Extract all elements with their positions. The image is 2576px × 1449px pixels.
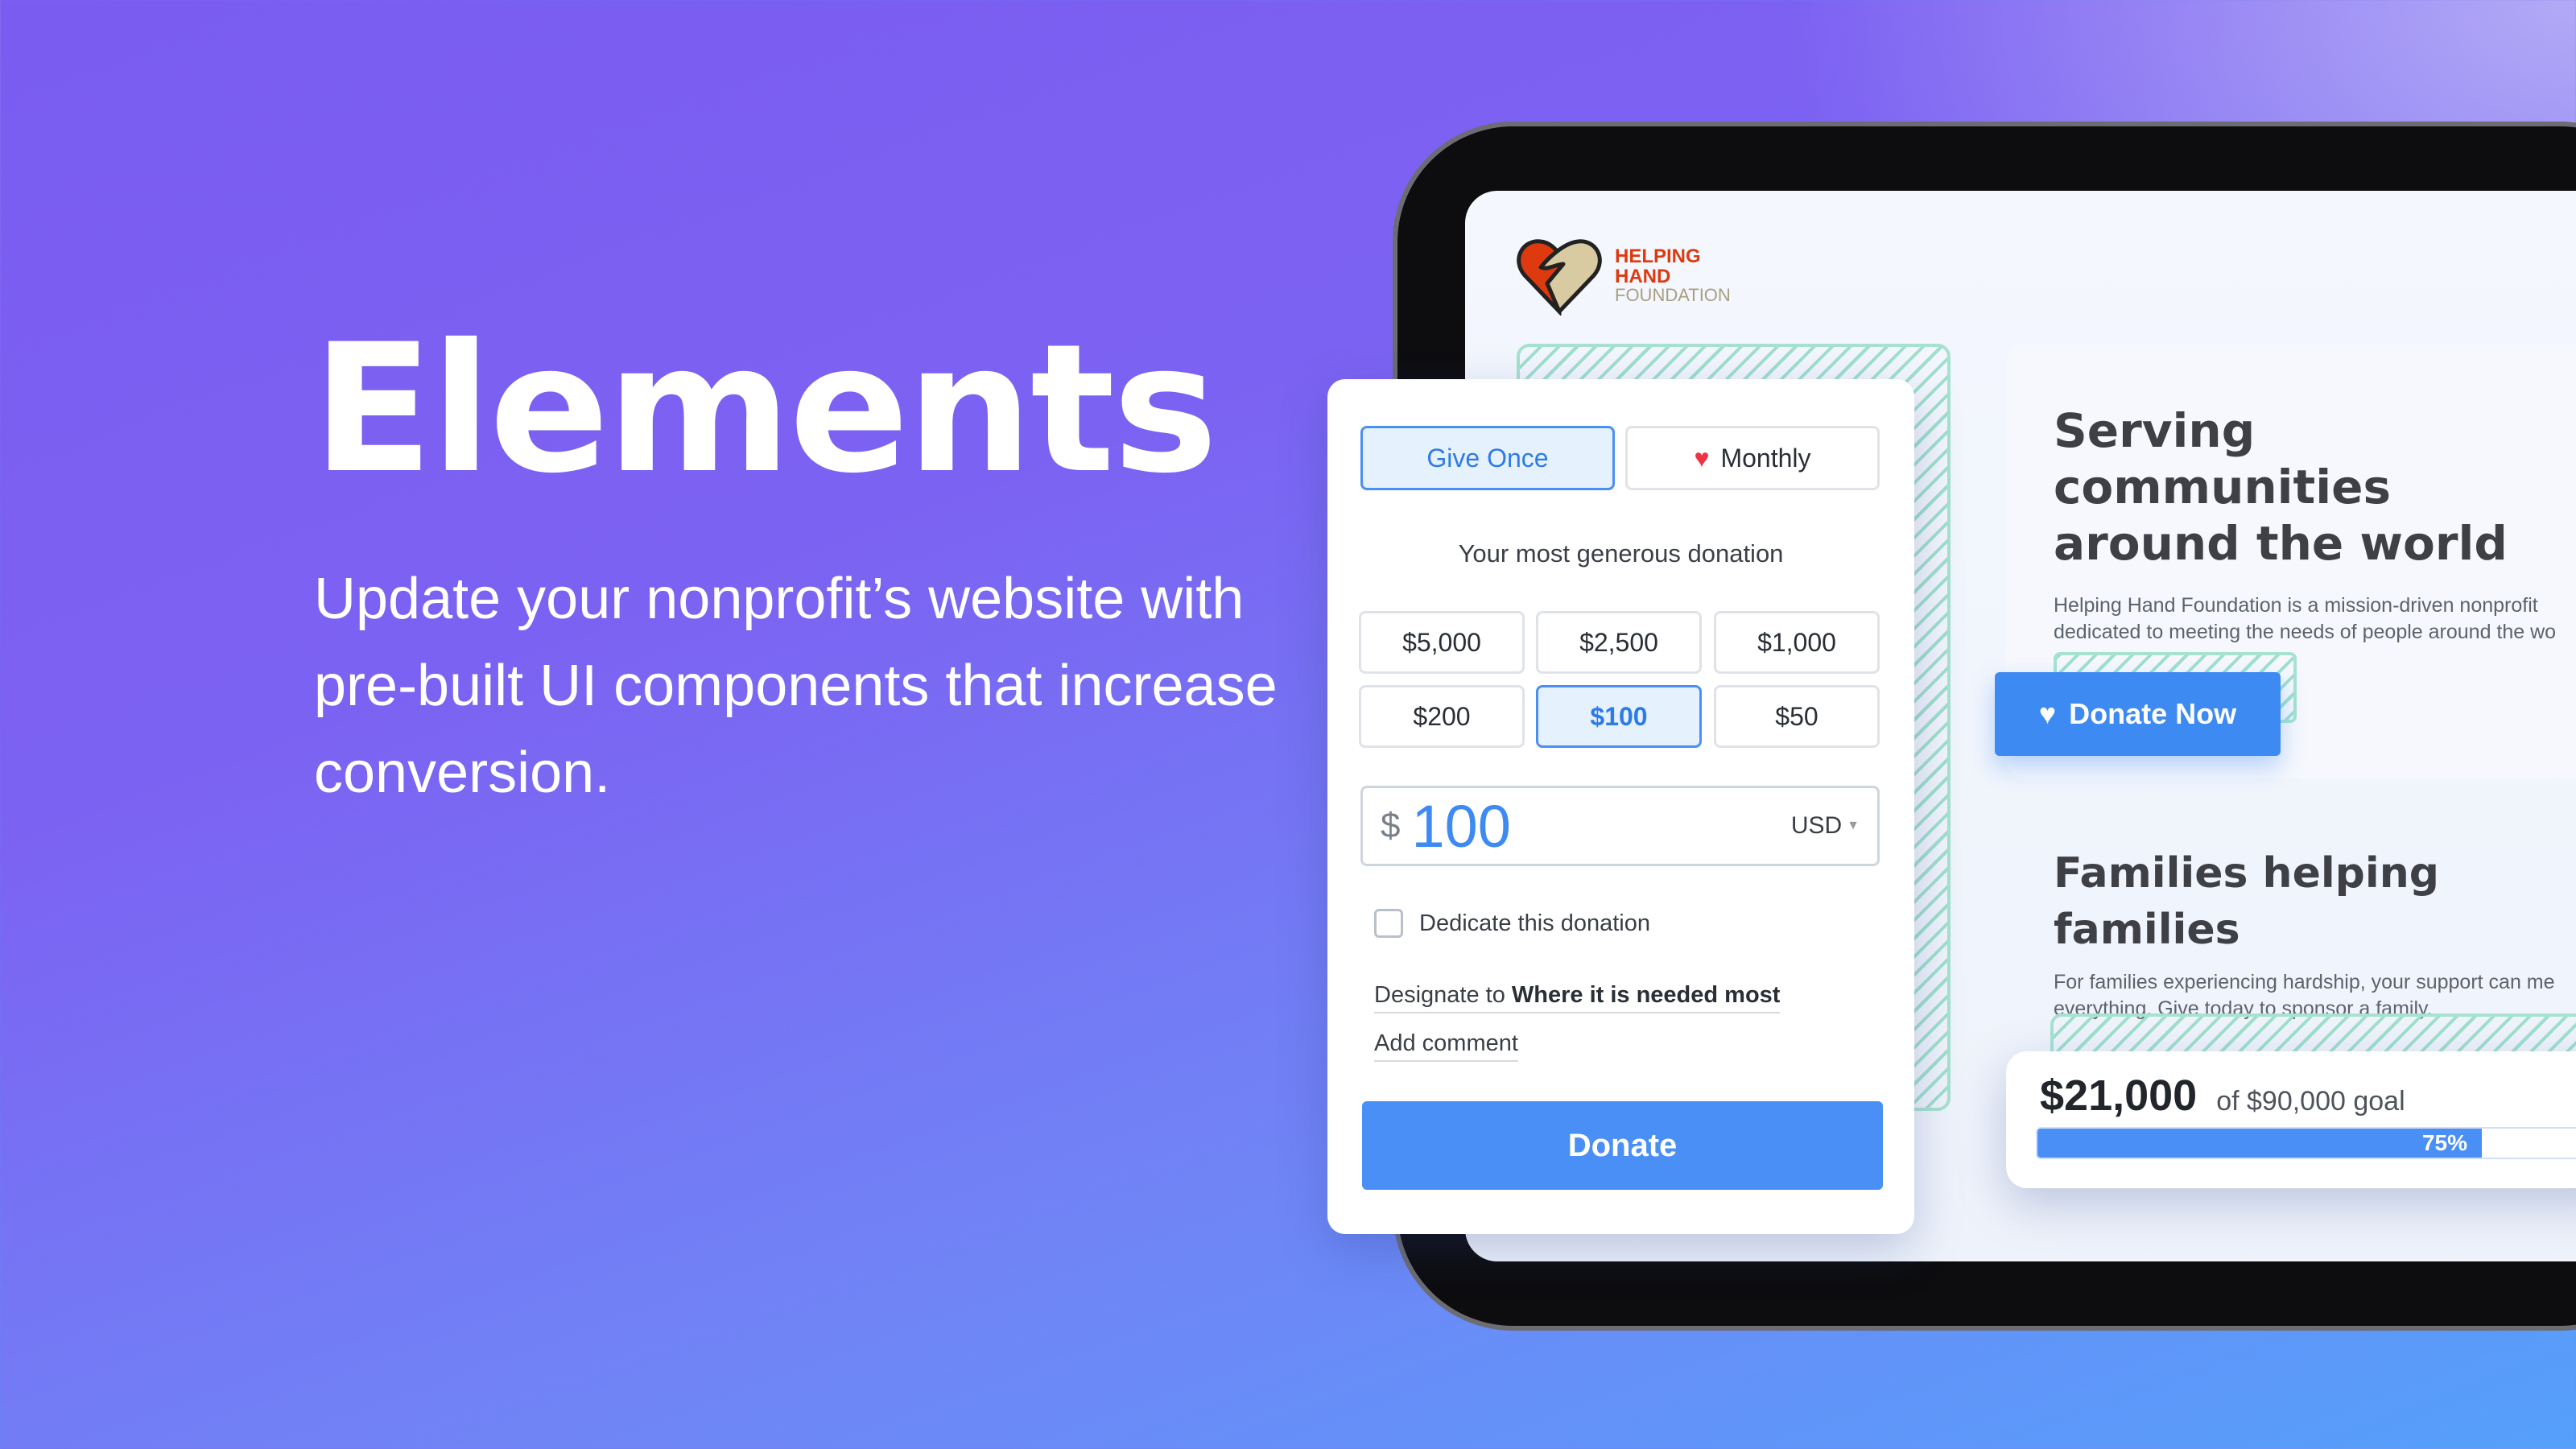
section2-body-line1: For families experiencing hardship, your… bbox=[2054, 971, 2555, 993]
amount-value: 100 bbox=[1411, 792, 1511, 860]
heart-icon: ♥ bbox=[2038, 697, 2057, 730]
dedicate-label[interactable]: Dedicate this donation bbox=[1419, 910, 1650, 937]
hero-subtitle: Update your nonprofit’s website with pre… bbox=[314, 567, 1278, 805]
section1-body-line2: dedicated to meeting the needs of people… bbox=[2054, 621, 2557, 643]
chevron-down-icon: ▼ bbox=[1847, 819, 1860, 832]
tab-give-once[interactable]: Give Once bbox=[1360, 426, 1615, 490]
amount-50[interactable]: $50 bbox=[1714, 685, 1880, 748]
section1-body-line1: Helping Hand Foundation is a mission-dri… bbox=[2054, 594, 2538, 617]
designate-prefix: Designate to bbox=[1374, 982, 1505, 1008]
tab-label: Give Once bbox=[1426, 443, 1549, 473]
add-comment-link[interactable]: Add comment bbox=[1374, 1030, 1518, 1062]
tab-label: Monthly bbox=[1720, 443, 1811, 473]
logo-line1: HELPING bbox=[1615, 246, 1701, 267]
goal-card: $21,000 of $90,000 goal 75% bbox=[2006, 1051, 2576, 1188]
donation-prompt: Your most generous donation bbox=[1458, 539, 1784, 568]
goal-progress-fill: 75% bbox=[2037, 1129, 2482, 1158]
logo-line3: FOUNDATION bbox=[1615, 285, 1731, 305]
designate-value: Where it is needed most bbox=[1511, 982, 1781, 1008]
section2-heading: Families helping families bbox=[2054, 849, 2439, 954]
amount-2500[interactable]: $2,500 bbox=[1536, 611, 1702, 674]
goal-percent: 75% bbox=[2421, 1130, 2467, 1155]
donate-label: Donate bbox=[1567, 1127, 1678, 1163]
section1-heading-line1: Serving communities bbox=[2054, 403, 2392, 514]
logo[interactable]: HELPING HAND FOUNDATION bbox=[1515, 235, 1731, 316]
currency-symbol: $ bbox=[1381, 806, 1401, 845]
logo-line2: HAND bbox=[1615, 266, 1671, 287]
amount-input[interactable]: $ 100 USD ▼ bbox=[1360, 786, 1880, 866]
donate-now-label: Donate Now bbox=[2069, 697, 2237, 730]
heart-icon: ♥ bbox=[1694, 443, 1710, 473]
goal-text: of $90,000 goal bbox=[2216, 1086, 2405, 1117]
goal-raised: $21,000 bbox=[2040, 1071, 2198, 1120]
designate-row[interactable]: Designate to Where it is needed most bbox=[1374, 982, 1781, 1013]
amount-100[interactable]: $100 bbox=[1536, 685, 1702, 748]
dedicate-checkbox[interactable] bbox=[1374, 909, 1403, 938]
hero-title: Elements bbox=[312, 306, 1218, 512]
heart-handshake-icon bbox=[1517, 239, 1602, 316]
amount-200[interactable]: $200 bbox=[1359, 685, 1525, 748]
goal-progress-bar: 75% bbox=[2036, 1127, 2576, 1159]
currency-select[interactable]: USD bbox=[1791, 812, 1842, 840]
amount-1000[interactable]: $1,000 bbox=[1714, 611, 1880, 674]
donate-button[interactable]: Donate bbox=[1362, 1101, 1883, 1190]
tab-monthly[interactable]: ♥ Monthly bbox=[1625, 426, 1880, 490]
section1-heading-line2: around the world bbox=[2054, 516, 2508, 571]
donate-now-button[interactable]: ♥ Donate Now bbox=[1995, 672, 2281, 756]
amount-5000[interactable]: $5,000 bbox=[1359, 611, 1525, 674]
